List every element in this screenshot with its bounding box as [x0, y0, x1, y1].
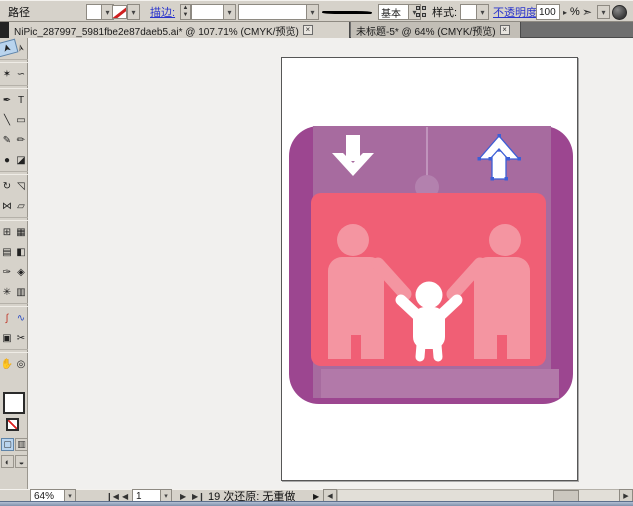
document-tab-1-title: NiPic_287997_5981fbe2e87daeb5.ai* @ 107.…: [14, 26, 299, 38]
toolbox: ➤ ➢ ✶ ∽ ✒ T ╲ ▭ ✎ ✏ ● ◪ ↻ ◹ ⋈ ▱ ⊞ ▦ ▤ ◧ ✑ ◈ ✳ ▥ ∫ ∿ ▣ ✂ ✋ ◎ ▢ ▥ ◐ ◒: [0, 38, 28, 489]
graphic-style-field[interactable]: [460, 4, 476, 20]
brush-definition-control[interactable]: 基本 ▾: [378, 4, 421, 20]
drawing-mode-button[interactable]: ◐: [1, 455, 14, 468]
opacity-panel-link[interactable]: 不透明度:: [493, 4, 540, 20]
stroke-weight-field[interactable]: [191, 4, 223, 20]
graphic-style-control[interactable]: ▾: [460, 4, 489, 20]
stroke-color-dropdown-arrow[interactable]: ▾: [127, 4, 140, 20]
tool-separator: [0, 171, 28, 175]
tool-palette: ➤ ➢ ✶ ∽ ✒ T ╲ ▭ ✎ ✏ ● ◪ ↻ ◹ ⋈ ▱ ⊞ ▦ ▤ ◧ ✑ ◈ ✳ ▥ ∫ ∿ ▣ ✂ ✋ ◎: [0, 38, 28, 374]
brush-line-icon: [322, 10, 372, 14]
blend-tool[interactable]: ◈: [14, 262, 28, 282]
color-button[interactable]: ▢: [1, 438, 14, 451]
document-tab-bar: NiPic_287997_5981fbe2e87daeb5.ai* @ 107.…: [0, 22, 633, 38]
document-tab-1[interactable]: NiPic_287997_5981fbe2e87daeb5.ai* @ 107.…: [9, 22, 350, 38]
control-bar: 路径 ▾ ▾ 描边: ▲▼ ▾ ▾ 基本▾ 样式: ▾ 不透明度: 100: [0, 0, 633, 22]
stroke-none-swatch[interactable]: [112, 5, 127, 19]
tool-separator: [0, 59, 28, 63]
free-transform-tool[interactable]: ▱: [14, 196, 28, 216]
mesh-tool[interactable]: ▤: [0, 242, 14, 262]
stroke-weight-control[interactable]: ▲ ▼ ▾: [180, 4, 236, 20]
blob-brush-tool[interactable]: ●: [0, 150, 14, 170]
illustrator-window: 路径 ▾ ▾ 描边: ▲▼ ▾ ▾ 基本▾ 样式: ▾ 不透明度: 100: [0, 0, 633, 506]
shape-builder-tool[interactable]: ⊞: [0, 222, 14, 242]
style-label: 样式:: [432, 7, 458, 19]
document-tab-2-title: 未标题-5* @ 64% (CMYK/预览): [356, 26, 496, 38]
zoom-tool[interactable]: ◎: [14, 354, 28, 374]
paintbrush-tool[interactable]: ✎: [0, 130, 14, 150]
artboard-tool[interactable]: ▣: [0, 328, 14, 348]
stroke-color-control[interactable]: ▾: [112, 4, 140, 20]
spinner-up-icon[interactable]: ▲: [183, 5, 189, 12]
isolate-selection-icon: ➣: [582, 5, 593, 19]
taskbar-edge: [0, 501, 633, 506]
stroke-weight-dropdown-arrow[interactable]: ▾: [223, 4, 236, 20]
tool-separator: [0, 85, 28, 89]
stroke-swatch[interactable]: [6, 418, 19, 431]
elevator-family-artwork[interactable]: [282, 58, 579, 482]
rectangle-tool[interactable]: ▭: [14, 110, 28, 130]
opacity-value-field[interactable]: 100: [536, 4, 560, 20]
tool-separator: [0, 349, 28, 353]
screen-mode-button[interactable]: ◒: [15, 455, 28, 468]
lasso-tool[interactable]: ∽: [14, 64, 28, 84]
tab-2-close-icon[interactable]: ×: [499, 25, 510, 35]
status-bar: 64% ▾ ❙◀ ◀ 1 ▾ ▶ ▶❙ 19 次还原: 无重做 ▶ ◀ ▶: [0, 489, 633, 503]
tab-bar-corner-block: [0, 22, 9, 38]
tool-separator: [0, 303, 28, 307]
globe-icon: [612, 4, 627, 20]
column-graph-tool[interactable]: ▥: [14, 282, 28, 302]
tab-1-close-icon[interactable]: ×: [302, 25, 313, 35]
pencil-tool[interactable]: ✏: [14, 130, 28, 150]
recolor-icon: [416, 6, 429, 18]
scale-tool[interactable]: ◹: [14, 176, 28, 196]
document-tab-2[interactable]: 未标题-5* @ 64% (CMYK/预览) ×: [351, 22, 521, 38]
fill-color-control[interactable]: ▾: [86, 4, 114, 20]
canvas-area[interactable]: [28, 38, 633, 489]
stroke-weight-spinner[interactable]: ▲ ▼: [180, 4, 191, 20]
isolate-dropdown[interactable]: ▾: [597, 4, 610, 20]
knife-tool[interactable]: ∫: [0, 308, 14, 328]
opacity-percent-label: %: [570, 6, 580, 18]
fill-swatch[interactable]: [3, 392, 25, 414]
bottom-highlight-band[interactable]: [321, 369, 559, 398]
width-profile-dropdown-arrow[interactable]: ▾: [306, 4, 319, 20]
graphic-style-dropdown-arrow[interactable]: ▾: [476, 4, 489, 20]
brush-stroke-preview: [322, 4, 372, 20]
opacity-control[interactable]: 100: [536, 4, 560, 20]
width-tool[interactable]: ⋈: [0, 196, 14, 216]
selection-type-label: 路径: [8, 7, 30, 19]
width-profile-control[interactable]: ▾: [238, 4, 319, 20]
magic-wand-tool[interactable]: ✶: [0, 64, 14, 84]
perspective-grid-tool[interactable]: ▦: [14, 222, 28, 242]
fill-color-swatch[interactable]: [86, 4, 101, 20]
opacity-step-arrow[interactable]: ▸: [563, 4, 567, 20]
line-segment-tool[interactable]: ╲: [0, 110, 14, 130]
eraser-tool[interactable]: ◪: [14, 150, 28, 170]
isolate-dropdown-arrow[interactable]: ▾: [597, 5, 610, 19]
tool-separator: [0, 217, 28, 221]
recolor-artwork-button[interactable]: [416, 4, 429, 20]
isolate-selection-button[interactable]: ➣: [582, 4, 592, 20]
width-profile-field[interactable]: [238, 4, 306, 20]
symbol-sprayer-tool[interactable]: ✳: [0, 282, 14, 302]
artboard[interactable]: [281, 57, 578, 481]
stroke-panel-link[interactable]: 描边:: [150, 4, 175, 20]
sync-button[interactable]: [612, 4, 627, 20]
spinner-down-icon[interactable]: ▼: [183, 12, 189, 19]
gradient-button[interactable]: ▥: [15, 438, 28, 451]
rotate-tool[interactable]: ↻: [0, 176, 14, 196]
eyedropper-tool[interactable]: ✑: [0, 262, 14, 282]
pen-tool[interactable]: ✒: [0, 90, 14, 110]
hand-tool[interactable]: ✋: [0, 354, 14, 374]
brush-definition-value[interactable]: 基本: [378, 4, 408, 20]
slice-tool[interactable]: ✂: [14, 328, 28, 348]
type-tool[interactable]: T: [14, 90, 28, 110]
gradient-tool[interactable]: ◧: [14, 242, 28, 262]
curvature-tool[interactable]: ∿: [14, 308, 28, 328]
